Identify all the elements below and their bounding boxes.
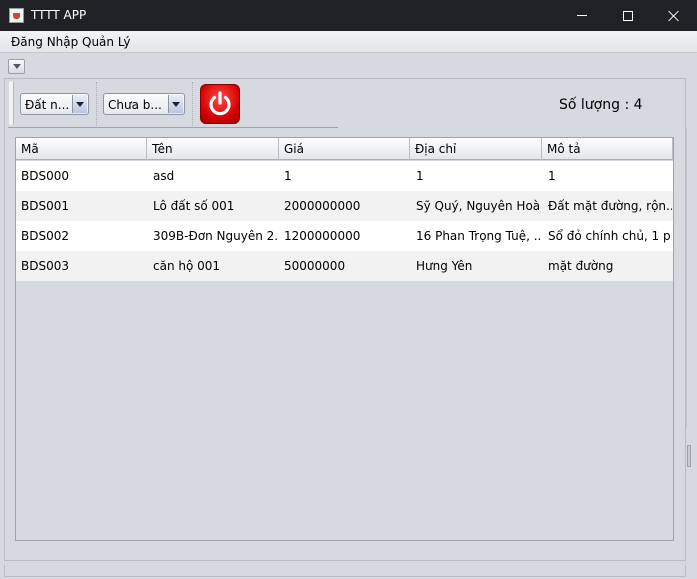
menu-bar: Đăng Nhập Quản Lý <box>0 31 697 53</box>
toolbar-separator <box>96 82 97 126</box>
cell-ma: BDS000 <box>21 169 69 183</box>
table-row[interactable]: BDS001 Lô đất số 001 2000000000 Sỹ Quý, … <box>16 191 673 221</box>
panel-edge <box>686 128 690 428</box>
table-row[interactable]: BDS000 asd 1 1 1 <box>16 161 673 191</box>
cell-gia: 50000000 <box>284 259 346 273</box>
power-icon <box>209 91 231 116</box>
cell-ten: asd <box>153 169 175 183</box>
window-title: TTTT APP <box>31 8 87 22</box>
column-header-mo-ta[interactable]: Mô tả <box>542 138 673 160</box>
title-bar: TTTT APP <box>0 0 697 31</box>
column-header-gia[interactable]: Giá <box>279 138 410 160</box>
table-row[interactable]: BDS002 309B-Đơn Nguyên 2... 1200000000 1… <box>16 221 673 251</box>
cell-dia-chi: 1 <box>416 169 424 183</box>
column-header-ma[interactable]: Mã <box>16 138 147 160</box>
property-type-value: Đất n... <box>25 98 70 112</box>
cell-ma: BDS003 <box>21 259 69 273</box>
close-icon <box>668 10 680 22</box>
toolbar-divider <box>8 127 338 128</box>
cell-ma: BDS002 <box>21 229 69 243</box>
minimize-icon <box>577 15 587 16</box>
table-header: Mã Tên Giá Địa chỉ Mô tả <box>16 138 673 160</box>
status-combo[interactable]: Chưa b... <box>103 93 185 115</box>
cell-mo-ta: Đất mặt đường, rộn... <box>548 199 672 213</box>
toolbar-separator <box>192 82 193 126</box>
maximize-icon <box>623 10 633 21</box>
maximize-button[interactable] <box>605 0 651 31</box>
cell-dia-chi: Hưng Yên <box>416 259 473 273</box>
status-value: Chưa b... <box>108 98 162 112</box>
java-app-icon <box>9 8 24 23</box>
cell-mo-ta: 1 <box>548 169 556 183</box>
close-button[interactable] <box>651 0 697 31</box>
cell-ma: BDS001 <box>21 199 69 213</box>
resize-handle[interactable] <box>687 445 691 467</box>
status-bar <box>4 565 686 577</box>
cell-gia: 1200000000 <box>284 229 361 243</box>
cell-dia-chi: Sỹ Quý, Nguyên Hoà... <box>416 199 540 213</box>
count-label: Số lượng : 4 <box>559 97 643 113</box>
column-header-dia-chi[interactable]: Địa chỉ <box>410 138 542 160</box>
combo-arrow-button[interactable] <box>168 95 183 113</box>
cell-gia: 1 <box>284 169 292 183</box>
property-table[interactable]: Mã Tên Giá Địa chỉ Mô tả BDS000 asd 1 1 … <box>15 137 674 541</box>
toolbar-grip-handle[interactable] <box>9 81 14 125</box>
cell-dia-chi: 16 Phan Trọng Tuệ, ... <box>416 229 540 243</box>
cell-mo-ta: Sổ đỏ chính chủ, 1 p... <box>548 229 672 243</box>
cell-ten: Lô đất số 001 <box>153 199 235 213</box>
minimize-button[interactable] <box>559 0 605 31</box>
menu-dang-nhap[interactable]: Đăng Nhập <box>11 35 78 49</box>
chevron-down-icon <box>172 101 180 107</box>
power-button[interactable] <box>200 84 240 124</box>
cell-mo-ta: mặt đường <box>548 259 614 273</box>
table-row[interactable]: BDS003 căn hộ 001 50000000 Hưng Yên mặt … <box>16 251 673 281</box>
menu-quan-ly[interactable]: Quản Lý <box>82 35 131 49</box>
property-type-combo[interactable]: Đất n... <box>20 93 89 115</box>
cell-ten: căn hộ 001 <box>153 259 221 273</box>
chevron-down-icon <box>76 101 84 107</box>
combo-arrow-button[interactable] <box>72 95 87 113</box>
cell-gia: 2000000000 <box>284 199 361 213</box>
cell-ten: 309B-Đơn Nguyên 2... <box>153 229 277 243</box>
chevron-down-icon <box>12 64 21 69</box>
collapse-toggle-button[interactable] <box>8 59 25 74</box>
column-header-ten[interactable]: Tên <box>147 138 279 160</box>
